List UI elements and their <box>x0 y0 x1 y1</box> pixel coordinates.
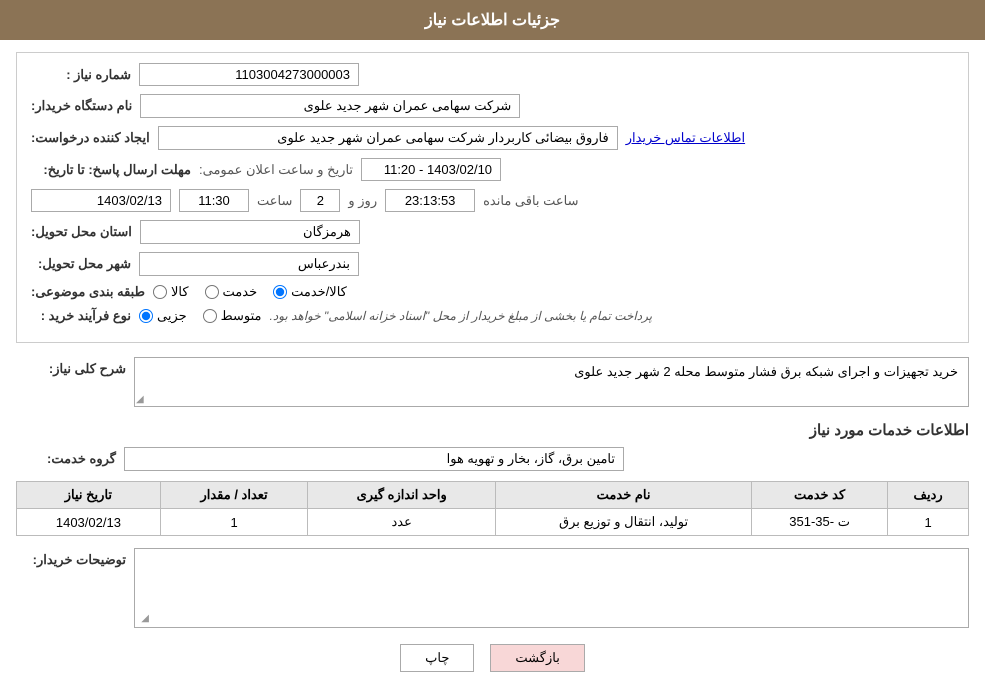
khedmat-label: خدمت <box>223 284 258 300</box>
category-row: کالا/خدمت خدمت کالا طبقه بندی موضوعی: <box>31 284 954 300</box>
days-value: 2 <box>300 189 340 212</box>
response-deadline-label: مهلت ارسال پاسخ: تا تاریخ: <box>31 162 191 178</box>
category-kala[interactable]: کالا <box>153 284 189 300</box>
province-label: استان محل تحویل: <box>31 224 132 240</box>
province-value: هرمزگان <box>140 220 360 244</box>
dates-row: 1403/02/10 - 11:20 تاریخ و ساعت اعلان عم… <box>31 158 954 181</box>
cell-unit: عدد <box>308 509 496 536</box>
process-radio-group: متوسط جزیی <box>139 308 262 324</box>
col-service-code: کد خدمت <box>752 482 888 509</box>
jozii-label: جزیی <box>157 308 187 324</box>
city-value: بندرعباس <box>139 252 359 276</box>
time-label: ساعت <box>257 193 292 209</box>
col-row-num: ردیف <box>888 482 969 509</box>
buyer-org-value: شرکت سهامی عمران شهر جدید علوی <box>140 94 520 118</box>
jozii-radio[interactable] <box>139 309 153 323</box>
service-group-value: تامین برق، گاز، بخار و تهویه هوا <box>124 447 624 471</box>
description-value: خرید تجهیزات و اجرای شبکه برق فشار متوسط… <box>134 357 969 407</box>
services-table: ردیف کد خدمت نام خدمت واحد اندازه گیری ت… <box>16 481 969 536</box>
content-area: 1103004273000003 شماره نیاز : شرکت سهامی… <box>0 40 985 694</box>
resize-handle: ◢ <box>137 613 149 625</box>
remaining-label: ساعت باقی مانده <box>483 193 578 209</box>
kala-radio[interactable] <box>153 285 167 299</box>
category-khedmat[interactable]: خدمت <box>205 284 258 300</box>
process-row: پرداخت تمام یا بخشی از مبلغ خریدار از مح… <box>31 308 954 324</box>
description-label: شرح کلی نیاز: <box>16 357 126 377</box>
need-number-row: 1103004273000003 شماره نیاز : <box>31 63 954 86</box>
process-motavaset[interactable]: متوسط <box>203 308 262 324</box>
col-date: تاریخ نیاز <box>17 482 161 509</box>
description-row: خرید تجهیزات و اجرای شبکه برق فشار متوسط… <box>16 357 969 407</box>
col-unit: واحد اندازه گیری <box>308 482 496 509</box>
page-wrapper: جزئیات اطلاعات نیاز 1103004273000003 شما… <box>0 0 985 694</box>
buyer-org-row: شرکت سهامی عمران شهر جدید علوی نام دستگا… <box>31 94 954 118</box>
table-row: 1 ت -35-351 تولید، انتقال و توزیع برق عد… <box>17 509 969 536</box>
service-group-label: گروه خدمت: <box>16 451 116 467</box>
province-row: هرمزگان استان محل تحویل: <box>31 220 954 244</box>
buyer-notes-label: توضیحات خریدار: <box>16 548 126 568</box>
table-header-row: ردیف کد خدمت نام خدمت واحد اندازه گیری ت… <box>17 482 969 509</box>
timer-row: ساعت باقی مانده 23:13:53 روز و 2 ساعت 11… <box>31 189 954 212</box>
city-row: بندرعباس شهر محل تحویل: <box>31 252 954 276</box>
process-note: پرداخت تمام یا بخشی از مبلغ خریدار از مح… <box>270 309 653 323</box>
category-kala-khedmat[interactable]: کالا/خدمت <box>273 284 347 300</box>
motavaset-label: متوسط <box>221 308 262 324</box>
kala-label: کالا <box>171 284 189 300</box>
need-number-value: 1103004273000003 <box>139 63 359 86</box>
page-title: جزئیات اطلاعات نیاز <box>425 12 560 29</box>
buyer-notes-row: ◢ توضیحات خریدار: <box>16 548 969 628</box>
buyer-org-label: نام دستگاه خریدار: <box>31 98 132 114</box>
cell-service-name: تولید، انتقال و توزیع برق <box>496 509 752 536</box>
print-button[interactable]: چاپ <box>400 644 474 672</box>
cell-quantity: 1 <box>160 509 308 536</box>
days-label: روز و <box>348 193 377 209</box>
announce-datetime-label: تاریخ و ساعت اعلان عمومی: <box>199 162 353 178</box>
back-button[interactable]: بازگشت <box>490 644 584 672</box>
col-quantity: تعداد / مقدار <box>160 482 308 509</box>
form-section: 1103004273000003 شماره نیاز : شرکت سهامی… <box>16 52 969 343</box>
announce-datetime-value: 1403/02/10 - 11:20 <box>361 158 501 181</box>
need-number-label: شماره نیاز : <box>31 67 131 83</box>
contact-link[interactable]: اطلاعات تماس خریدار <box>626 130 745 146</box>
buyer-notes-box: ◢ <box>134 548 969 628</box>
process-label: نوع فرآیند خرید : <box>31 308 131 324</box>
category-label: طبقه بندی موضوعی: <box>31 284 145 300</box>
motavaset-radio[interactable] <box>203 309 217 323</box>
requester-label: ایجاد کننده درخواست: <box>31 130 150 146</box>
cell-service-code: ت -35-351 <box>752 509 888 536</box>
service-group-row: تامین برق، گاز، بخار و تهویه هوا گروه خد… <box>16 447 969 471</box>
requester-value: فاروق بیضائی کاربردار شرکت سهامی عمران ش… <box>158 126 618 150</box>
category-radio-group: کالا/خدمت خدمت کالا <box>153 284 347 300</box>
time-value: 11:30 <box>179 189 249 212</box>
city-label: شهر محل تحویل: <box>31 256 131 272</box>
khedmat-radio[interactable] <box>205 285 219 299</box>
requester-row: اطلاعات تماس خریدار فاروق بیضائی کاربردا… <box>31 126 954 150</box>
timer-value: 23:13:53 <box>385 189 475 212</box>
col-service-name: نام خدمت <box>496 482 752 509</box>
buttons-row: بازگشت چاپ <box>16 644 969 672</box>
kala-khedmat-radio[interactable] <box>273 285 287 299</box>
cell-row-num: 1 <box>888 509 969 536</box>
cell-date: 1403/02/13 <box>17 509 161 536</box>
page-header: جزئیات اطلاعات نیاز <box>0 0 985 40</box>
process-jozii[interactable]: جزیی <box>139 308 187 324</box>
response-date-value: 1403/02/13 <box>31 189 171 212</box>
services-section-title: اطلاعات خدمات مورد نیاز <box>16 421 969 439</box>
kala-khedmat-label: کالا/خدمت <box>291 284 347 300</box>
